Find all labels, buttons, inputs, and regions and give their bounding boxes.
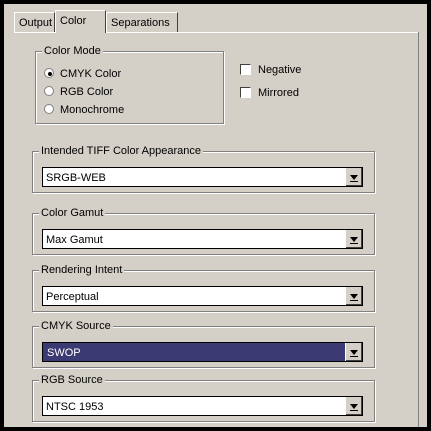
tiff-color-appearance-title: Intended TIFF Color Appearance	[39, 144, 204, 158]
radio-rgb-color[interactable]: RGB Color	[44, 85, 164, 99]
rgb-source-dropdown-button[interactable]	[345, 397, 362, 415]
tiff-color-appearance-group: Intended TIFF Color Appearance SRGB-WEB	[32, 144, 375, 193]
checkbox-mirrored[interactable]: Mirrored	[240, 86, 340, 100]
window-frame-left	[0, 0, 4, 431]
tab-separations-label: Separations	[111, 17, 170, 29]
window-frame-right	[427, 0, 431, 431]
checkbox-mirrored-label: Mirrored	[258, 87, 299, 99]
tab-color-label: Color	[60, 15, 87, 27]
rgb-source-title: RGB Source	[39, 373, 105, 387]
checkbox-negative[interactable]: Negative	[240, 63, 340, 77]
color-gamut-select[interactable]: Max Gamut	[42, 229, 363, 249]
tab-color[interactable]: Color	[55, 10, 106, 33]
color-gamut-title: Color Gamut	[39, 206, 106, 220]
radio-monochrome-label: Monochrome	[60, 104, 125, 116]
rendering-intent-dropdown-button[interactable]	[345, 287, 362, 305]
tab-output-label: Output	[19, 17, 53, 29]
radio-rgb-circle[interactable]	[44, 86, 54, 96]
checkbox-mirrored-box[interactable]	[240, 87, 251, 98]
chevron-down-icon	[350, 237, 358, 242]
arrow-underline	[350, 300, 358, 301]
color-mode-group: Color Mode CMYK Color RGB Color Monochro…	[35, 44, 224, 124]
checkbox-negative-label: Negative	[258, 64, 302, 76]
radio-cmyk-circle[interactable]	[44, 68, 54, 78]
cmyk-source-title: CMYK Source	[39, 319, 113, 333]
chevron-down-icon	[350, 175, 358, 180]
arrow-underline	[350, 356, 358, 357]
rgb-source-value: NTSC 1953	[46, 401, 104, 413]
cmyk-source-value: SWOP	[47, 347, 81, 359]
color-gamut-group: Color Gamut Max Gamut	[32, 206, 375, 255]
radio-selected-dot	[48, 72, 52, 76]
radio-monochrome[interactable]: Monochrome	[44, 103, 164, 117]
radio-monochrome-circle[interactable]	[44, 104, 54, 114]
chevron-down-icon	[350, 350, 358, 355]
cmyk-source-dropdown-button[interactable]	[345, 343, 362, 361]
tab-output[interactable]: Output	[14, 12, 55, 32]
color-gamut-value: Max Gamut	[46, 234, 103, 246]
tab-separations[interactable]: Separations	[106, 12, 178, 32]
tab-panel-right-border	[418, 32, 419, 427]
tiff-color-appearance-value: SRGB-WEB	[46, 172, 106, 184]
rendering-intent-value: Perceptual	[46, 291, 99, 303]
arrow-underline	[350, 181, 358, 182]
rgb-source-select[interactable]: NTSC 1953	[42, 396, 363, 416]
radio-cmyk-color[interactable]: CMYK Color	[44, 67, 164, 81]
rendering-intent-select[interactable]: Perceptual	[42, 286, 363, 306]
chevron-down-icon	[350, 294, 358, 299]
chevron-down-icon	[350, 404, 358, 409]
arrow-underline	[350, 410, 358, 411]
window-frame-top	[0, 0, 431, 4]
cmyk-source-select[interactable]: SWOP	[42, 342, 363, 362]
rendering-intent-group: Rendering Intent Perceptual	[32, 263, 375, 312]
tiff-color-appearance-dropdown-button[interactable]	[345, 168, 362, 186]
cmyk-source-group: CMYK Source SWOP	[32, 319, 375, 368]
rgb-source-group: RGB Source NTSC 1953	[32, 373, 375, 422]
radio-cmyk-label: CMYK Color	[60, 68, 122, 80]
color-gamut-dropdown-button[interactable]	[345, 230, 362, 248]
rendering-intent-title: Rendering Intent	[39, 263, 125, 277]
checkbox-negative-box[interactable]	[240, 64, 251, 75]
arrow-underline	[350, 243, 358, 244]
color-mode-title: Color Mode	[42, 44, 103, 58]
tiff-color-appearance-select[interactable]: SRGB-WEB	[42, 167, 363, 187]
radio-rgb-label: RGB Color	[60, 86, 114, 98]
window-frame-bottom	[0, 427, 431, 431]
